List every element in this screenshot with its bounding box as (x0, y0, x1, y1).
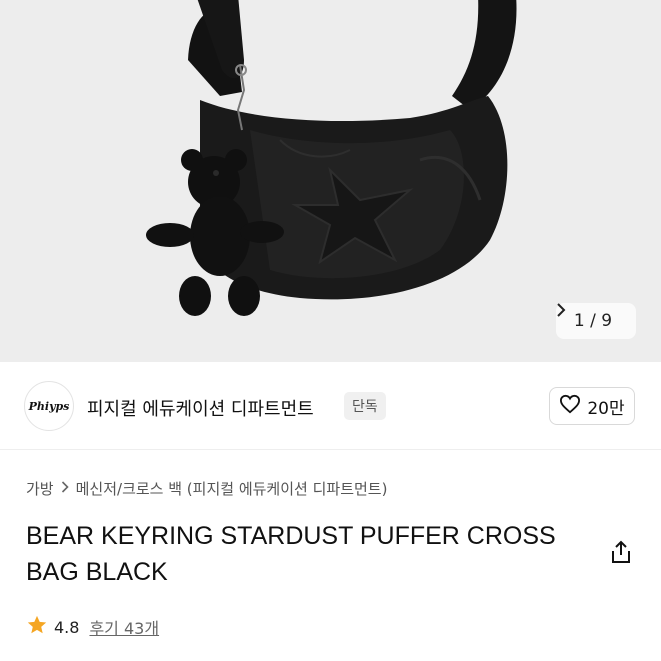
breadcrumb-item-category[interactable]: 가방 (26, 478, 54, 499)
like-button[interactable]: 20만 (549, 387, 635, 425)
breadcrumb-item-subcategory[interactable]: 메신저/크로스 백 (피지컬 에듀케이션 디파트먼트) (76, 478, 388, 499)
rating-score: 4.8 (54, 617, 80, 637)
star-icon (26, 614, 48, 640)
product-image-gallery[interactable]: 1 / 9 (0, 0, 661, 362)
brand-logo[interactable]: Phiyps (24, 381, 74, 431)
image-counter-text: 1 / 9 (573, 311, 613, 331)
heart-outline-icon (559, 394, 581, 419)
breadcrumb: 가방 메신저/크로스 백 (피지컬 에듀케이션 디파트먼트) (26, 478, 387, 499)
image-counter[interactable]: 1 / 9 (556, 303, 636, 339)
product-title-line-2: BAG BLACK (26, 558, 168, 586)
chevron-right-icon (61, 480, 69, 497)
product-title: BEAR KEYRING STARDUST PUFFER CROSS BAG B… (26, 518, 586, 590)
brand-row: Phiyps 피지컬 에듀케이션 디파트먼트 단독 20만 (0, 362, 661, 450)
share-icon (608, 540, 634, 569)
brand-logo-text: Phiyps (28, 399, 70, 413)
reviews-link[interactable]: 후기 43개 (89, 615, 159, 639)
rating-summary: 4.8 후기 43개 (26, 614, 159, 640)
product-title-line-1: BEAR KEYRING STARDUST PUFFER CROSS (26, 522, 556, 550)
exclusive-badge: 단독 (344, 392, 386, 420)
like-count: 20만 (587, 398, 625, 419)
share-button[interactable] (608, 539, 634, 565)
brand-name[interactable]: 피지컬 에듀케이션 디파트먼트 (87, 395, 314, 421)
